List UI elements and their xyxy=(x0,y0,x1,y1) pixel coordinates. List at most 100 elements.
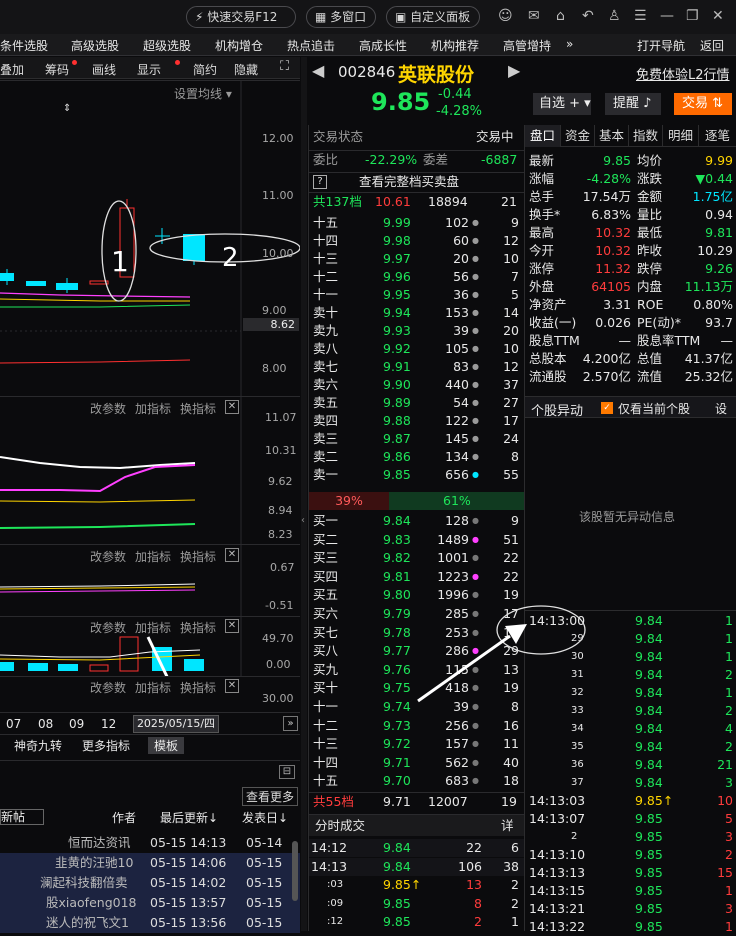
buy-level-row[interactable]: 十二 9.73 256 ● 16 xyxy=(309,717,524,735)
menu-item[interactable]: 高管增持 xyxy=(503,37,551,54)
collapse-icon[interactable]: ⊟ xyxy=(279,765,295,779)
menu-more[interactable]: » xyxy=(566,37,573,51)
menu-item[interactable]: 高级选股 xyxy=(71,37,119,54)
sell-level-row[interactable]: 十一 9.95 36 ● 5 xyxy=(309,286,524,304)
full-depth-link[interactable]: 查看完整档买卖盘 xyxy=(359,173,459,191)
indicator-pane[interactable]: 改参数 加指标 换指标 ✕ 30.00 xyxy=(0,676,300,712)
indicator-pane[interactable]: 改参数 加指标 换指标 ✕ 0.67 -0.51 xyxy=(0,544,300,617)
tab-tick[interactable]: 逐笔 xyxy=(699,125,736,147)
menu-item[interactable]: 条件选股 xyxy=(0,37,48,54)
shirt-icon[interactable]: ♙ xyxy=(608,8,621,24)
sell-level-row[interactable]: 十四 9.98 60 ● 12 xyxy=(309,232,524,250)
sell-level-row[interactable]: 卖二 9.86 134 ● 8 xyxy=(309,448,524,466)
home-icon[interactable]: ⌂ xyxy=(556,8,565,24)
post-row[interactable]: 澜起科技翻倍卖 05-15 14:02 05-15 xyxy=(0,873,300,893)
buy-level-row[interactable]: 买四 9.81 1223 ● 22 xyxy=(309,568,524,586)
multi-window-button[interactable]: ▦ 多窗口 xyxy=(306,6,376,28)
post-date-header[interactable]: 发表日↓ xyxy=(242,809,288,826)
menu-item[interactable]: 机构增仓 xyxy=(215,37,263,54)
settings-button[interactable]: 设 xyxy=(715,400,727,417)
sell-level-row[interactable]: 卖七 9.91 83 ● 12 xyxy=(309,358,524,376)
buy-level-row[interactable]: 买十 9.75 418 ● 19 xyxy=(309,679,524,697)
display-button[interactable]: 显示 xyxy=(137,61,161,78)
sell-level-row[interactable]: 十三 9.97 20 ● 10 xyxy=(309,250,524,268)
post-row[interactable]: 韭黄的汪驰10 05-15 14:06 05-15 xyxy=(0,853,300,873)
watchlist-button[interactable]: 自选 + ▾ xyxy=(533,93,591,115)
buy-level-row[interactable]: 买一 9.84 128 ● 9 xyxy=(309,512,524,530)
menu-item[interactable]: 机构推荐 xyxy=(431,37,479,54)
buy-level-row[interactable]: 买八 9.77 286 ● 29 xyxy=(309,642,524,660)
alert-button[interactable]: 提醒 ♪ xyxy=(605,93,661,115)
tab-magic-nine[interactable]: 神奇九转 xyxy=(14,737,62,754)
undo-icon[interactable]: ↶ xyxy=(582,8,594,24)
tab-basic[interactable]: 基本 xyxy=(595,125,629,147)
back-link[interactable]: 返回 xyxy=(700,37,724,54)
buy-level-row[interactable]: 买七 9.78 253 ● 12 xyxy=(309,624,524,642)
edit-params-button[interactable]: 改参数 xyxy=(90,679,126,696)
l2-trial-link[interactable]: 免费体验L2行情 xyxy=(636,64,730,83)
restore-icon[interactable]: ❐ xyxy=(686,8,699,24)
view-more-button[interactable]: 查看更多 xyxy=(242,787,299,806)
buy-level-row[interactable]: 买二 9.83 1489 ● 51 xyxy=(309,531,524,549)
tab-template[interactable]: 模板 xyxy=(148,737,185,754)
buy-level-row[interactable]: 买六 9.79 285 ● 17 xyxy=(309,605,524,623)
new-post-header[interactable]: 新帖 xyxy=(0,809,44,825)
overlay-button[interactable]: 叠加 xyxy=(0,61,24,78)
menu-item[interactable]: 热点追击 xyxy=(287,37,335,54)
posts-scrollbar[interactable] xyxy=(292,841,298,901)
mail-icon[interactable]: ✉ xyxy=(528,8,540,24)
simple-button[interactable]: 简约 xyxy=(193,61,217,78)
last-update-header[interactable]: 最后更新↓ xyxy=(160,809,218,826)
menu-item[interactable]: 超级选股 xyxy=(143,37,191,54)
buy-level-row[interactable]: 买九 9.76 115 ● 13 xyxy=(309,661,524,679)
detail-button[interactable]: 详 xyxy=(501,815,514,837)
close-pane-icon[interactable]: ✕ xyxy=(225,679,239,693)
sell-level-row[interactable]: 卖三 9.87 145 ● 24 xyxy=(309,430,524,448)
buy-level-row[interactable]: 十一 9.74 39 ● 8 xyxy=(309,698,524,716)
close-icon[interactable]: ✕ xyxy=(712,8,724,24)
sell-level-row[interactable]: 卖一 9.85 656 ● 55 xyxy=(309,466,524,484)
menu-item[interactable]: 高成长性 xyxy=(359,37,407,54)
custom-panel-button[interactable]: ▣ 自定义面板 xyxy=(386,6,480,28)
quick-trade-button[interactable]: ⚡ 快速交易F12 xyxy=(186,6,296,28)
buy-level-row[interactable]: 十四 9.71 562 ● 40 xyxy=(309,754,524,772)
buy-level-row[interactable]: 买三 9.82 1001 ● 22 xyxy=(309,549,524,567)
sell-level-row[interactable]: 卖九 9.93 39 ● 20 xyxy=(309,322,524,340)
sell-level-row[interactable]: 卖四 9.88 122 ● 17 xyxy=(309,412,524,430)
tab-detail[interactable]: 明细 xyxy=(663,125,699,147)
splitter-arrow-icon[interactable]: ‹ xyxy=(301,515,305,526)
post-row[interactable]: 恒而达资讯 05-15 14:13 05-14 xyxy=(0,833,300,853)
next-stock-icon[interactable]: ▶ xyxy=(508,61,520,80)
sell-level-row[interactable]: 卖八 9.92 105 ● 10 xyxy=(309,340,524,358)
only-current-label[interactable]: 仅看当前个股 xyxy=(618,400,690,417)
full-depth-row[interactable]: ? 查看完整档买卖盘 xyxy=(309,172,524,190)
checkbox-icon[interactable]: ✓ xyxy=(601,402,613,414)
draw-button[interactable]: 画线 xyxy=(92,61,116,78)
sell-level-row[interactable]: 卖十 9.94 153 ● 14 xyxy=(309,304,524,322)
scroll-right-icon[interactable]: » xyxy=(283,716,298,731)
menu-icon[interactable]: ☰ xyxy=(634,8,647,24)
candle-chart[interactable]: 设置均线 ▾ ⇕ 1 2 12.00 11.00 10.00 9.00 8.00… xyxy=(0,80,300,397)
tab-funds[interactable]: 资金 xyxy=(561,125,595,147)
fullscreen-icon[interactable]: ⛶ xyxy=(280,59,289,74)
volume-pane[interactable]: 改参数 加指标 换指标 ✕ 49.70 0.00 xyxy=(0,616,300,677)
sell-level-row[interactable]: 卖六 9.90 440 ● 37 xyxy=(309,376,524,394)
buy-level-row[interactable]: 买五 9.80 1996 ● 19 xyxy=(309,586,524,604)
user-icon[interactable]: ☺ xyxy=(498,8,513,24)
sell-level-row[interactable]: 十二 9.96 56 ● 7 xyxy=(309,268,524,286)
post-row[interactable]: 迷人的祝飞文1 05-15 13:56 05-15 xyxy=(0,913,300,933)
prev-stock-icon[interactable]: ◀ xyxy=(312,61,324,80)
sell-level-row[interactable]: 十五 9.99 102 ● 9 xyxy=(309,214,524,232)
tab-more-indicators[interactable]: 更多指标 xyxy=(82,737,130,754)
help-icon[interactable]: ? xyxy=(313,175,327,189)
buy-level-row[interactable]: 十五 9.70 683 ● 18 xyxy=(309,772,524,790)
open-nav-link[interactable]: 打开导航 xyxy=(637,37,685,54)
add-indicator-button[interactable]: 加指标 xyxy=(135,679,171,696)
trade-button[interactable]: 交易 ⇅ xyxy=(674,93,732,115)
tab-pankou[interactable]: 盘口 xyxy=(525,125,561,147)
chips-button[interactable]: 筹码 xyxy=(45,61,69,78)
tab-index[interactable]: 指数 xyxy=(629,125,663,147)
minimize-icon[interactable]: — xyxy=(660,8,674,24)
hide-button[interactable]: 隐藏 xyxy=(234,61,258,78)
sell-level-row[interactable]: 卖五 9.89 54 ● 27 xyxy=(309,394,524,412)
